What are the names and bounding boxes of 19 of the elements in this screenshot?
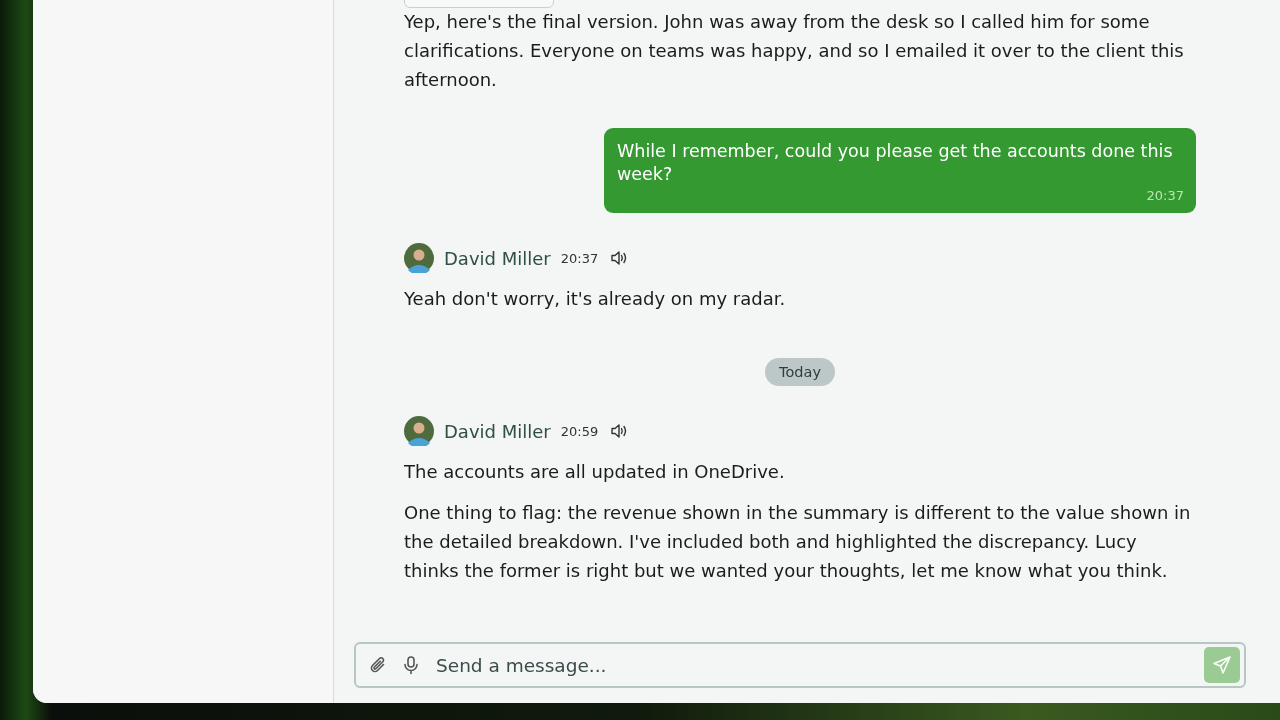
message-text: Yep, here's the final version. John was away from the desk so I called him for some clarifications. Everyone on teams was happy, and so I emailed it over to the client this afternoon. bbox=[404, 10, 1185, 92]
message-text: One thing to flag: the revenue shown in the summary is different to the value shown in the detailed breakdown. I've included both and highlighted the discrepancy. Lucy thinks the former is right but we wanted your thoughts, let me know what you think. bbox=[404, 501, 1192, 583]
microphone-icon[interactable] bbox=[402, 655, 420, 675]
speaker-icon[interactable] bbox=[610, 423, 629, 440]
message-text: Yeah don't worry, it's already on my radar. bbox=[404, 287, 787, 312]
avatar bbox=[404, 243, 434, 274]
message-input[interactable]: Send a message... bbox=[354, 642, 1246, 688]
speaker-icon[interactable] bbox=[610, 250, 629, 267]
send-icon bbox=[1212, 655, 1232, 675]
date-badge: Today bbox=[765, 358, 835, 387]
message-text: While I remember, could you please get the accounts done this week? bbox=[617, 140, 1174, 187]
sender-name: David Miller bbox=[444, 420, 551, 442]
message-field[interactable]: Send a message... bbox=[434, 653, 1190, 677]
avatar bbox=[404, 416, 434, 447]
message-text: The accounts are all updated in OneDrive. bbox=[404, 460, 786, 485]
message-time: 20:37 bbox=[1146, 188, 1184, 204]
message-time: 20:59 bbox=[560, 423, 599, 439]
sender-name: David Miller bbox=[444, 247, 551, 269]
message-time: 20:37 bbox=[560, 250, 599, 266]
